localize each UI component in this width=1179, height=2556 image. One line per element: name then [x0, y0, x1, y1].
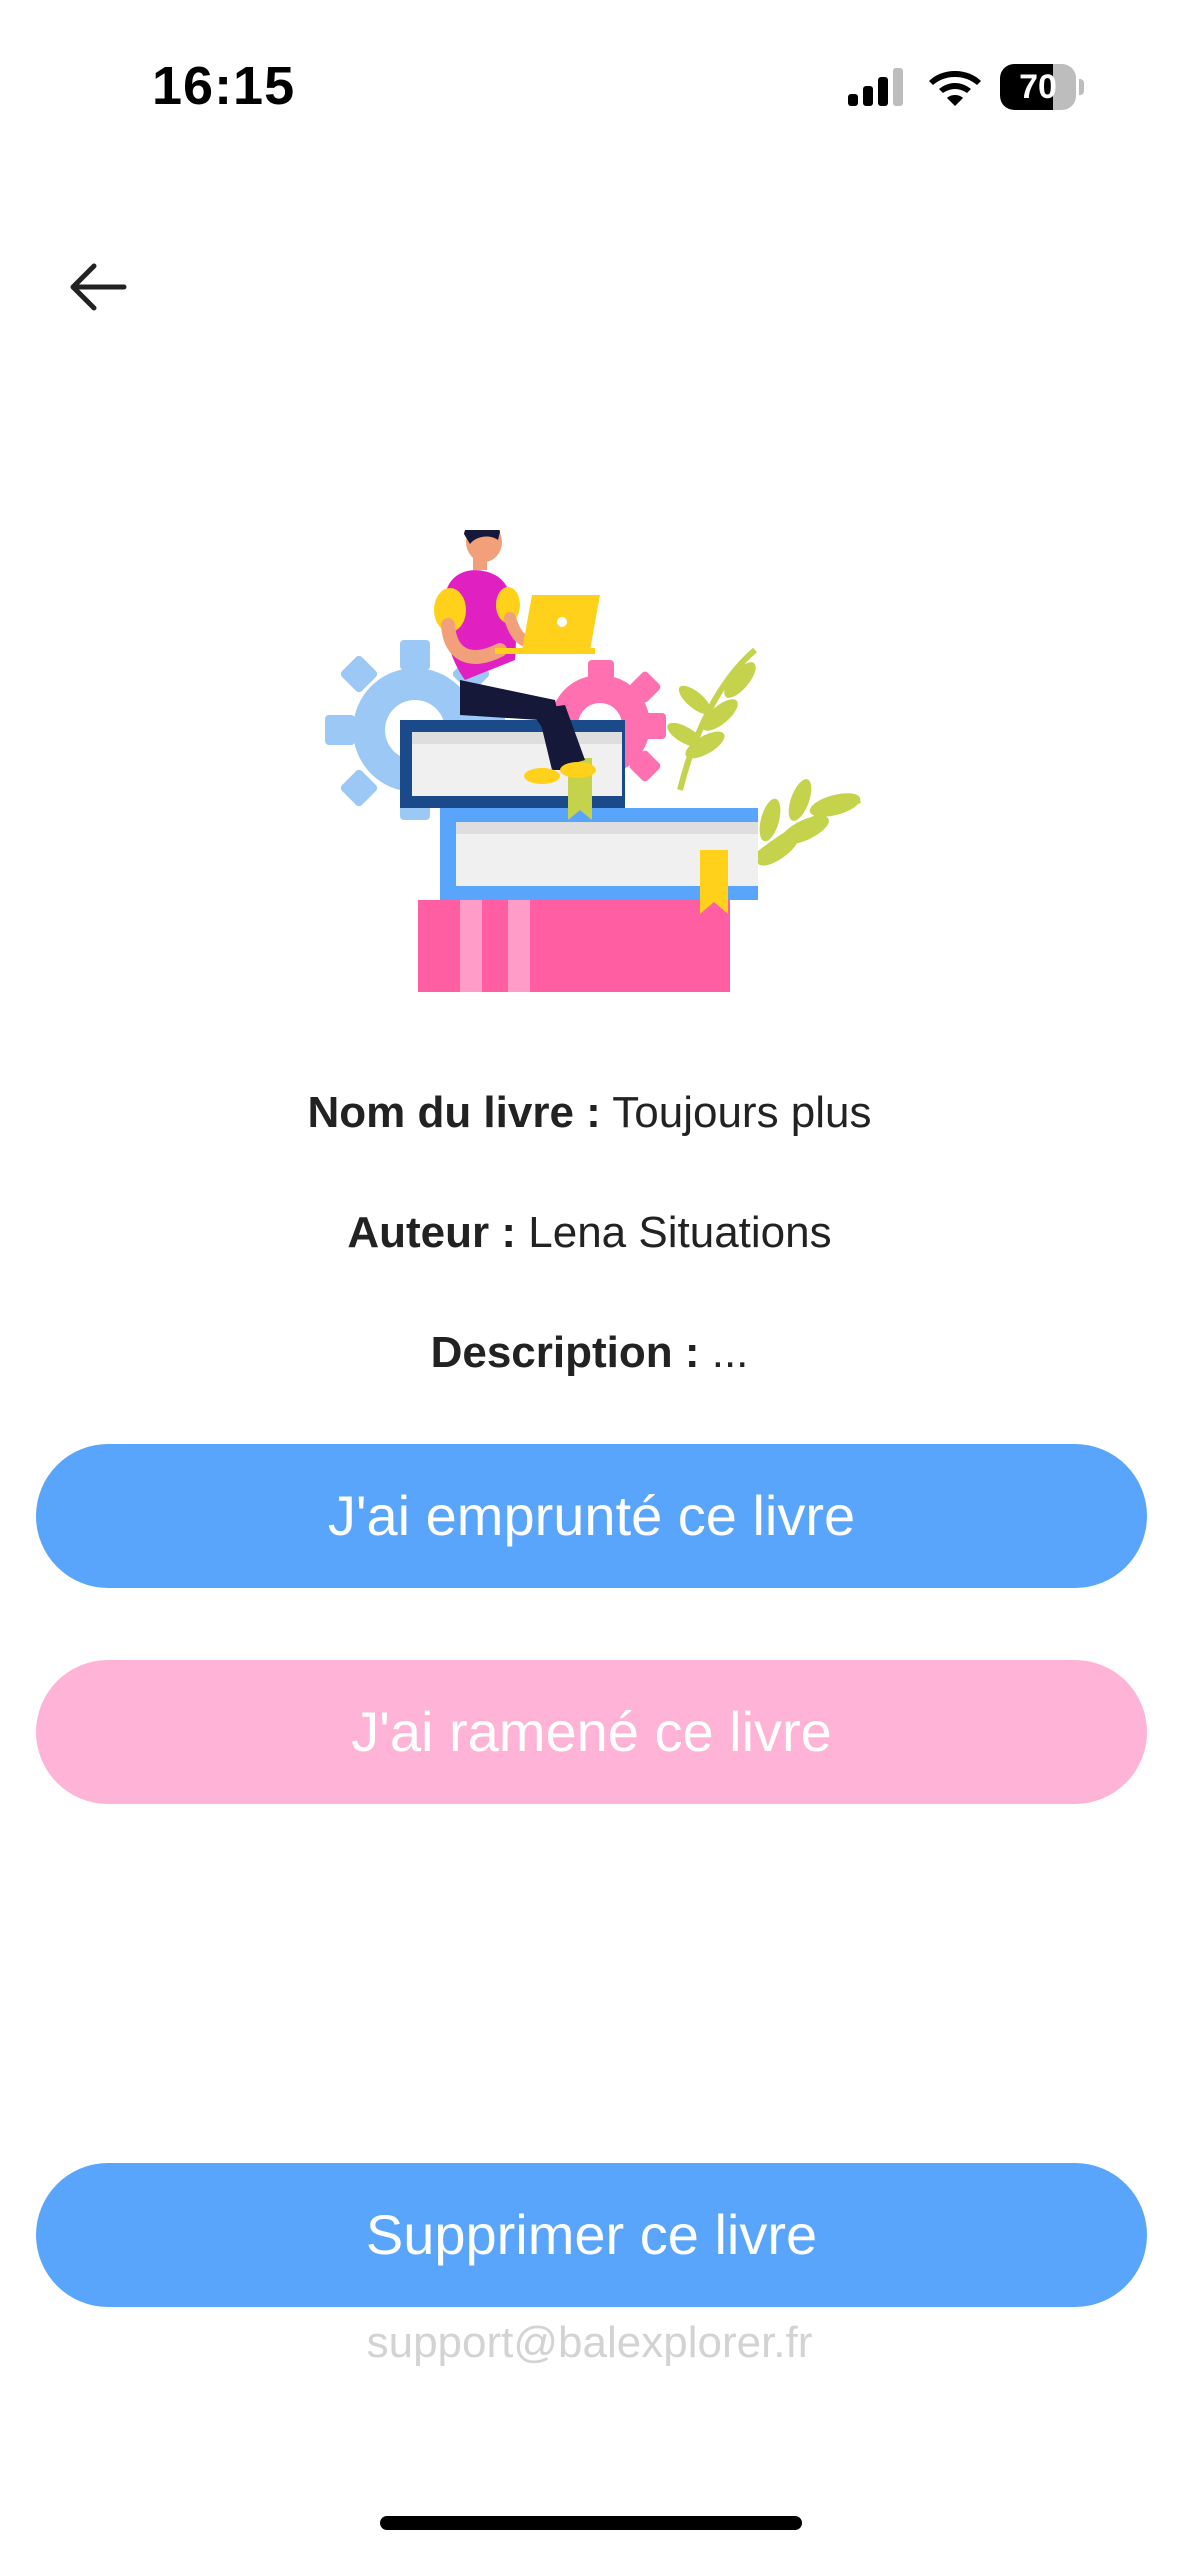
- person-on-books-illustration: [325, 530, 861, 992]
- wifi-icon: [929, 71, 981, 106]
- signal-icon: [848, 68, 903, 106]
- book-name-value: Toujours plus: [612, 1088, 872, 1137]
- pink-book-icon: [418, 900, 730, 992]
- battery-level: 70: [1019, 68, 1057, 106]
- book-name-line: Nom du livre : Toujours plus: [0, 1088, 1179, 1138]
- home-indicator[interactable]: [380, 2516, 802, 2530]
- support-email[interactable]: support@balexplorer.fr: [0, 2318, 1179, 2368]
- back-button[interactable]: [60, 252, 140, 332]
- battery-icon: 70: [1000, 64, 1084, 110]
- book-author-value: Lena Situations: [528, 1208, 832, 1257]
- book-description-label: Description :: [430, 1328, 700, 1377]
- status-time: 16:15: [152, 56, 296, 116]
- arrow-left-icon: [70, 263, 127, 311]
- delete-book-button[interactable]: Supprimer ce livre: [36, 2163, 1147, 2307]
- book-author-label: Auteur :: [347, 1208, 517, 1257]
- book-name-label: Nom du livre :: [307, 1088, 601, 1137]
- blue-book-icon: [440, 808, 758, 914]
- book-description-line: Description : ...: [0, 1328, 1179, 1378]
- status-bar: 16:15 70: [0, 0, 1179, 150]
- return-book-button[interactable]: J'ai ramené ce livre: [36, 1660, 1147, 1804]
- book-author-line: Auteur : Lena Situations: [0, 1208, 1179, 1258]
- borrow-book-button[interactable]: J'ai emprunté ce livre: [36, 1444, 1147, 1588]
- book-description-value: ...: [711, 1328, 749, 1377]
